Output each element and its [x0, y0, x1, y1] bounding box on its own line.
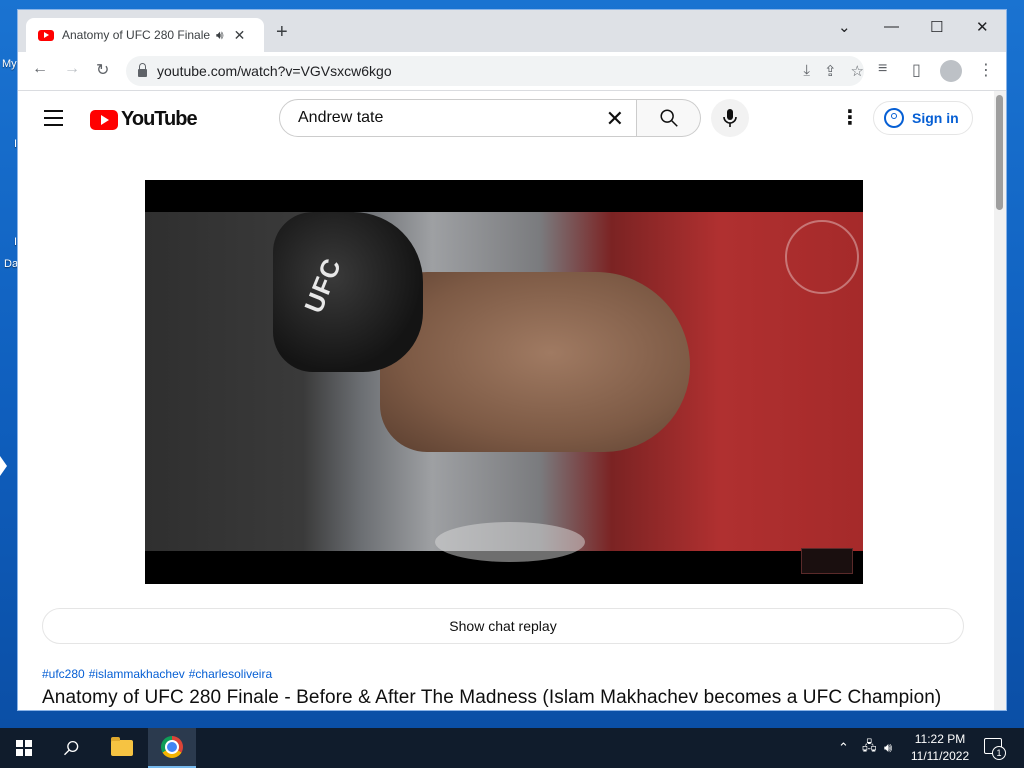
search-input[interactable]	[296, 108, 590, 128]
maximize-icon[interactable]: ☐	[930, 18, 943, 36]
hashtag-row: #ufc280 #islammakhachev #charlesoliveira	[42, 667, 272, 681]
close-tab-icon[interactable]: ✕	[234, 27, 246, 44]
page-scrollbar[interactable]	[994, 91, 1006, 710]
system-clock[interactable]: 11:22 PM 11/11/2022	[902, 731, 978, 765]
browser-menu-icon[interactable]: ⋮	[978, 60, 994, 80]
hashtag-link[interactable]: #charlesoliveira	[189, 667, 272, 681]
youtube-logo[interactable]: YouTube	[90, 108, 198, 131]
audio-playing-icon[interactable]: 🔊︎	[216, 28, 224, 43]
close-window-icon[interactable]: ✕	[976, 18, 989, 36]
url-text[interactable]: youtube.com/watch?v=VGVsxcw6kgo	[157, 63, 392, 79]
youtube-page: YouTube ✕ ⋮ S	[18, 91, 1006, 710]
forward-icon[interactable]: →	[64, 60, 80, 78]
bookmark-star-icon[interactable]: ☆	[851, 62, 864, 80]
youtube-favicon-icon	[38, 29, 54, 41]
browser-window: Anatomy of UFC 280 Finale - Before & Aft…	[18, 10, 1006, 710]
start-button[interactable]	[0, 728, 48, 768]
lock-icon[interactable]	[138, 63, 147, 77]
tab-strip: Anatomy of UFC 280 Finale - Before & Aft…	[18, 10, 1006, 52]
video-arm	[380, 272, 690, 452]
mouse-cursor	[0, 456, 7, 476]
clear-search-icon[interactable]: ✕	[606, 106, 624, 132]
video-player[interactable]: UFC	[145, 180, 863, 584]
share-icon[interactable]: ⇪	[824, 62, 837, 80]
clock-time: 11:22 PM	[914, 732, 966, 746]
account-icon	[884, 108, 904, 128]
settings-menu-icon[interactable]: ⋮	[840, 108, 860, 128]
hashtag-link[interactable]: #islammakhachev	[89, 667, 185, 681]
watermark-emblem	[785, 220, 859, 294]
video-floor-highlight	[435, 522, 585, 562]
side-panel-icon[interactable]: ▯	[912, 60, 921, 80]
volume-icon[interactable]: 🔊︎	[884, 728, 892, 768]
browser-toolbar: ← → ↻ youtube.com/watch?v=VGVsxcw6kgo ⤓ …	[18, 52, 1006, 91]
windows-logo-icon	[16, 740, 32, 756]
new-tab-button[interactable]: +	[276, 22, 288, 42]
search-taskbar-button[interactable]	[48, 728, 96, 768]
notification-count-badge: 1	[992, 746, 1006, 760]
channel-watermark-badge[interactable]	[801, 548, 853, 574]
desktop-icon-label[interactable]: I	[14, 138, 17, 150]
back-icon[interactable]: ←	[32, 60, 48, 78]
voice-search-button[interactable]	[711, 99, 749, 137]
microphone-icon	[723, 109, 737, 127]
youtube-logo-text: YouTube	[121, 108, 198, 130]
desktop-icon-label[interactable]: I	[14, 236, 17, 248]
search-box: ✕	[279, 99, 637, 137]
hashtag-link[interactable]: #ufc280	[42, 667, 85, 681]
chrome-taskbar-button[interactable]	[148, 728, 196, 768]
folder-icon	[111, 737, 133, 756]
address-bar[interactable]: youtube.com/watch?v=VGVsxcw6kgo ⤓ ⇪ ☆	[126, 56, 864, 86]
install-app-icon[interactable]: ⤓	[803, 62, 810, 80]
video-title: Anatomy of UFC 280 Finale - Before & Aft…	[42, 687, 942, 708]
search-icon	[659, 109, 678, 127]
taskbar: ⌃ 🖧︎ 🔊︎ 11:22 PM 11/11/2022 1	[0, 728, 1024, 768]
browser-tab[interactable]: Anatomy of UFC 280 Finale - Before & Aft…	[26, 18, 264, 52]
chrome-icon	[161, 736, 183, 758]
youtube-header: YouTube ✕ ⋮ S	[18, 91, 994, 147]
scrollbar-thumb[interactable]	[996, 95, 1003, 210]
reload-icon[interactable]: ↻	[96, 60, 109, 80]
tab-search-icon[interactable]: ⌄	[838, 18, 851, 36]
media-control-icon[interactable]: ≡	[878, 60, 887, 78]
desktop-icon-label[interactable]: My	[2, 58, 17, 70]
profile-avatar[interactable]	[940, 60, 962, 82]
search-button[interactable]	[637, 99, 701, 137]
tab-title: Anatomy of UFC 280 Finale - Before & Aft…	[62, 28, 212, 42]
minimize-icon[interactable]: —	[884, 18, 899, 35]
video-glove	[273, 212, 423, 372]
file-explorer-button[interactable]	[98, 728, 146, 768]
show-chat-replay-button[interactable]: Show chat replay	[42, 608, 964, 644]
youtube-play-icon	[90, 109, 118, 130]
video-frame: UFC	[145, 212, 863, 562]
network-icon[interactable]: 🖧︎	[862, 728, 877, 768]
sign-in-button[interactable]: Sign in	[873, 101, 973, 135]
desktop-icon-label[interactable]: Da	[4, 258, 18, 270]
clock-date: 11/11/2022	[910, 749, 970, 763]
search-icon	[64, 740, 79, 756]
show-hidden-icons[interactable]: ⌃	[838, 728, 849, 768]
sign-in-label: Sign in	[912, 110, 959, 126]
menu-hamburger-icon[interactable]	[44, 110, 63, 131]
